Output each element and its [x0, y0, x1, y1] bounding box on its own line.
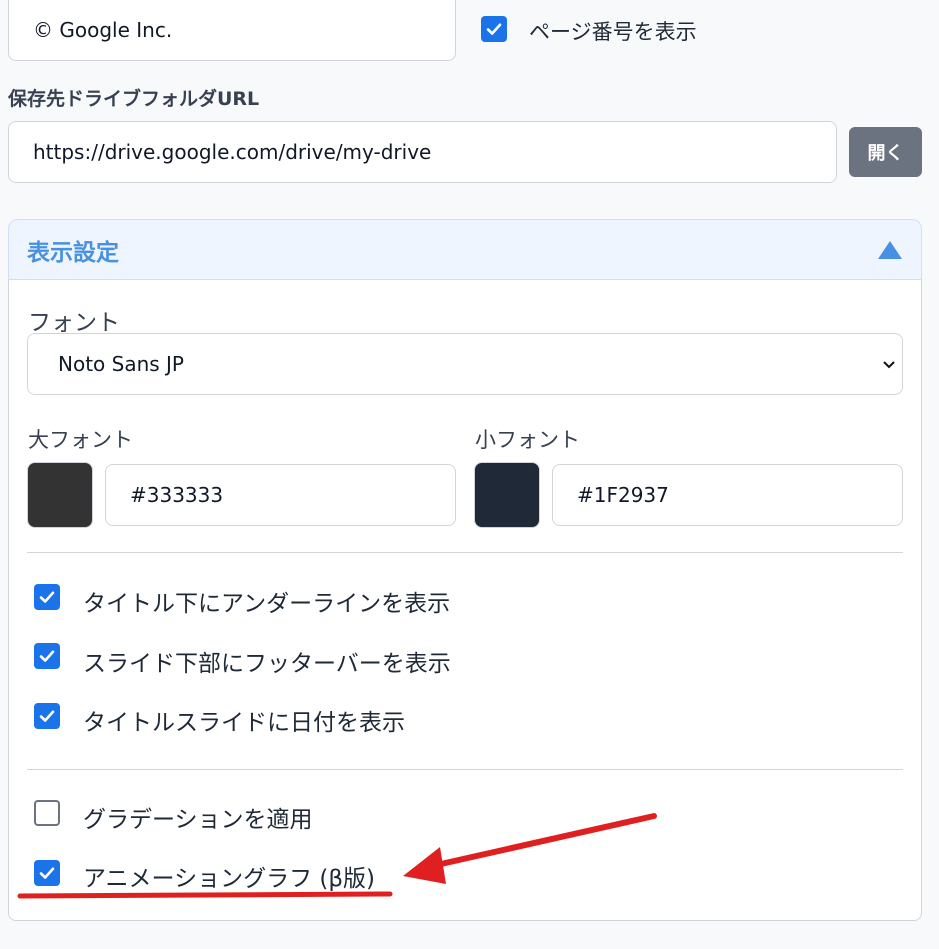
- small-font-label: 小フォント: [475, 428, 580, 452]
- font-select-value: Noto Sans JP: [58, 352, 184, 376]
- drive-url-value: https://drive.google.com/drive/my-drive: [33, 140, 432, 164]
- title-date-checkbox[interactable]: [34, 703, 60, 729]
- drive-folder-label: 保存先ドライブフォルダURL: [8, 88, 260, 110]
- large-font-label: 大フォント: [28, 428, 133, 452]
- divider: [27, 769, 903, 770]
- copyright-field[interactable]: © Google Inc.: [8, 0, 456, 61]
- large-font-color-swatch[interactable]: [27, 462, 93, 528]
- drive-url-input[interactable]: https://drive.google.com/drive/my-drive: [8, 121, 837, 183]
- copyright-value: © Google Inc.: [33, 18, 173, 42]
- check-icon: [39, 650, 55, 662]
- animation-graph-label: アニメーショングラフ (β版): [83, 866, 376, 892]
- gradient-label: グラデーションを適用: [83, 807, 313, 833]
- title-date-label: タイトルスライドに日付を表示: [83, 710, 405, 736]
- footer-bar-label: スライド下部にフッターバーを表示: [83, 651, 451, 677]
- check-icon: [486, 23, 502, 35]
- small-font-color-value: #1F2937: [577, 483, 669, 507]
- show-page-number-label: ページ番号を表示: [529, 20, 697, 44]
- check-icon: [39, 867, 55, 879]
- divider: [27, 552, 903, 553]
- footer-bar-checkbox[interactable]: [34, 643, 60, 669]
- font-select[interactable]: Noto Sans JP: [27, 333, 903, 395]
- animation-graph-checkbox[interactable]: [34, 860, 60, 886]
- check-icon: [39, 710, 55, 722]
- check-icon: [39, 591, 55, 603]
- font-label: フォント: [28, 310, 120, 336]
- chevron-down-icon: [883, 361, 895, 369]
- title-underline-checkbox[interactable]: [34, 584, 60, 610]
- title-underline-label: タイトル下にアンダーラインを表示: [83, 591, 451, 617]
- small-font-color-swatch[interactable]: [474, 462, 540, 528]
- show-page-number-checkbox[interactable]: [481, 16, 507, 42]
- open-button[interactable]: 開く: [849, 127, 922, 177]
- gradient-checkbox[interactable]: [34, 800, 60, 826]
- small-font-color-input[interactable]: #1F2937: [552, 464, 903, 526]
- large-font-color-value: #333333: [130, 483, 224, 507]
- triangle-up-icon: [878, 241, 902, 259]
- display-settings-title: 表示設定: [27, 239, 119, 266]
- large-font-color-input[interactable]: #333333: [105, 464, 456, 526]
- display-settings-header[interactable]: 表示設定: [8, 219, 922, 280]
